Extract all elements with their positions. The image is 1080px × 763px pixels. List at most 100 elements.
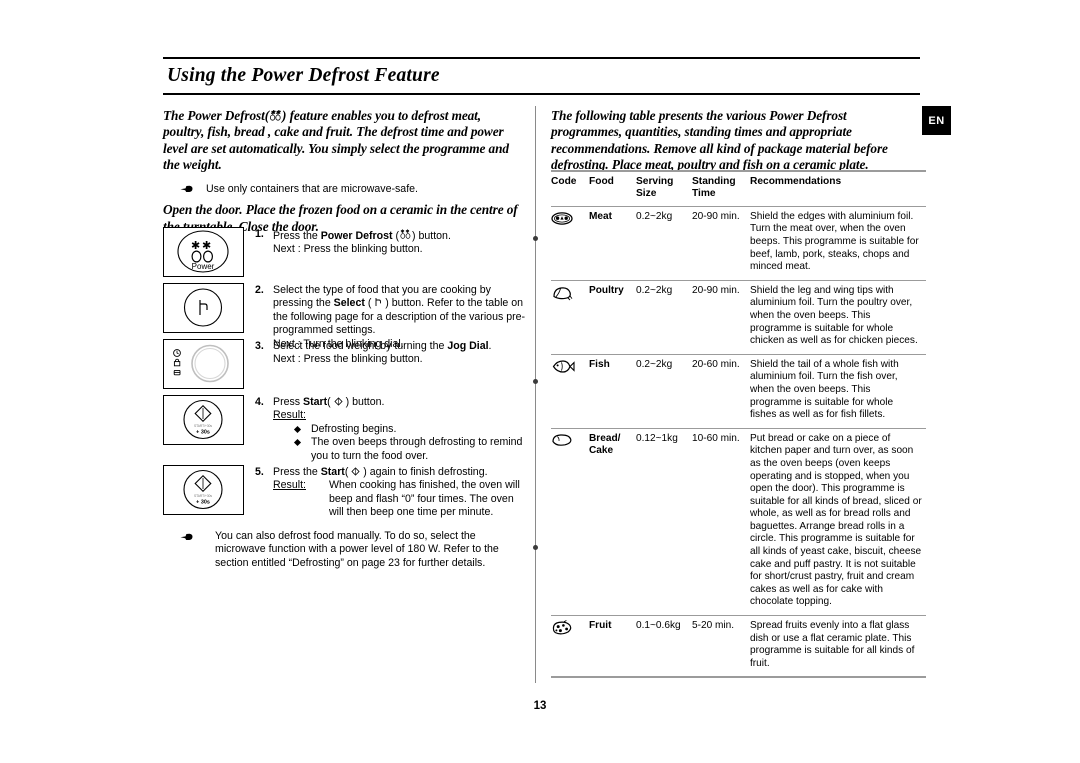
- cell-serving-size: 0.2~2kg: [636, 206, 692, 281]
- intro-paragraph: The Power Defrost(✱ ✱) feature enables yo…: [163, 108, 518, 174]
- column-divider: [535, 106, 536, 683]
- svg-text:✱: ✱: [191, 240, 200, 252]
- steps-list: ✱ ✱ Power 1. Press the Power Defrost (✱ ✱…: [163, 227, 525, 535]
- divider-dot: [533, 379, 538, 384]
- svg-text:START/+30s: START/+30s: [194, 494, 212, 498]
- step-1-bold: Power Defrost: [320, 230, 393, 242]
- step-5-line1-pre: Press the: [273, 466, 321, 478]
- step-5-text: Press the Start( ) again to finish defro…: [273, 466, 531, 520]
- step-4-results: Defrosting begins. The oven beeps throug…: [273, 423, 531, 463]
- step-5-number: 5.: [255, 466, 264, 478]
- poultry-icon: [551, 285, 585, 301]
- divider-dot: [533, 545, 538, 550]
- column-header-serving-size: Serving Size: [636, 169, 692, 207]
- column-header-recommendations: Recommendations: [750, 169, 926, 207]
- manual-defrost-note: You can also defrost food manually. To d…: [163, 530, 523, 570]
- title-rule-bottom: [163, 93, 920, 95]
- step-4-number: 4.: [255, 396, 264, 408]
- result-item: Defrosting begins.: [273, 423, 531, 436]
- cell-food: Meat: [589, 206, 636, 281]
- cell-serving-size: 0.1~0.6kg: [636, 615, 692, 679]
- cell-standing-time: 5-20 min.: [692, 615, 750, 679]
- microwave-safe-note: Use only containers that are microwave-s…: [163, 183, 518, 197]
- cell-food: Fish: [589, 354, 636, 429]
- column-header-standing-time: Standing Time: [692, 169, 750, 207]
- step-3: 3. Select the food weight by turning the…: [163, 339, 523, 395]
- start-button-illustration: START/+30s + 30s: [163, 465, 244, 515]
- step-2: 2. Select the type of food that you are …: [163, 283, 525, 350]
- step-4-line1-pre: Press: [273, 396, 304, 408]
- page-title: Using the Power Defrost Feature: [167, 65, 440, 86]
- jog-dial-illustration: [163, 339, 244, 389]
- cell-food: Poultry: [589, 280, 636, 355]
- result-item-text: The oven beeps through defrosting to rem…: [311, 436, 523, 462]
- column-header-food: Food: [589, 169, 636, 207]
- result-item-text: Defrosting begins.: [311, 422, 397, 435]
- step-3-number: 3.: [255, 340, 264, 352]
- power-defrost-icon: ✱ ✱: [269, 109, 282, 121]
- language-badge: EN: [922, 106, 951, 135]
- power-defrost-icon: ✱ ✱: [399, 228, 412, 240]
- pointing-hand-icon: [180, 533, 193, 541]
- page-number: 13: [533, 700, 547, 712]
- microwave-safe-note-text: Use only containers that are microwave-s…: [206, 182, 418, 195]
- result-item: The oven beeps through defrosting to rem…: [273, 436, 531, 463]
- step-4: START/+30s + 30s 4. Press Start( ) butto…: [163, 395, 523, 465]
- svg-text:START/+30s: START/+30s: [194, 424, 212, 428]
- step-4-bold: Start: [303, 396, 328, 408]
- cell-code: [551, 354, 589, 429]
- select-icon: [374, 297, 382, 307]
- svg-text:✱: ✱: [202, 240, 211, 252]
- table-row: Bread/ Cake 0.12~1kg 10-60 min. Put brea…: [551, 428, 926, 617]
- table-row: Fish 0.2~2kg 20-60 min. Shield the tail …: [551, 354, 926, 429]
- step-2-bold: Select: [333, 297, 365, 310]
- diamond-bullet-icon: [293, 439, 302, 447]
- step-3-line2: Next : Press the blinking button.: [273, 353, 423, 366]
- table-row: Fruit 0.1~0.6kg 5-20 min. Spread fruits …: [551, 615, 926, 679]
- table-header-row: Code Food Serving Size Standing Time Recom…: [551, 169, 926, 207]
- cell-code: [551, 615, 589, 679]
- column-header-code: Code: [551, 169, 589, 207]
- cell-serving-size: 0.12~1kg: [636, 428, 692, 617]
- step-5: START/+30s + 30s 5. Press the Start( ) a…: [163, 465, 523, 535]
- cell-recommendations: Spread fruits evenly into a flat glass d…: [750, 615, 926, 679]
- cell-standing-time: 20-60 min.: [692, 354, 750, 429]
- step-2-number: 2.: [255, 284, 264, 296]
- cell-standing-time: 20-90 min.: [692, 280, 750, 355]
- cell-recommendations: Shield the edges with aluminium foil. Tu…: [750, 206, 926, 281]
- step-1-line2: Next : Press the blinking button.: [273, 243, 423, 256]
- table-body: Meat 0.2~2kg 20-90 min. Shield the edges…: [551, 206, 926, 679]
- manual-defrost-note-text: You can also defrost food manually. To d…: [215, 530, 499, 569]
- table-row: Meat 0.2~2kg 20-90 min. Shield the edges…: [551, 206, 926, 281]
- start-plus30s-label: + 30s: [196, 500, 210, 506]
- start-button-illustration: START/+30s + 30s: [163, 395, 244, 445]
- cell-food: Bread/ Cake: [589, 428, 636, 617]
- cell-code: [551, 280, 589, 355]
- step-1: ✱ ✱ Power 1. Press the Power Defrost (✱ ✱…: [163, 227, 523, 283]
- step-3-text: Select the food weight by turning the Jo…: [273, 340, 531, 367]
- step-1-line1-pre: Press the: [273, 230, 321, 242]
- table-head: Code Food Serving Size Standing Time Recom…: [551, 169, 926, 207]
- right-column: The following table presents the various…: [551, 108, 919, 174]
- step-3-line1-pre: Select the food weight by turning the: [273, 340, 448, 352]
- start-icon: [334, 397, 343, 406]
- step-5-result-text: When cooking has finished, the oven will…: [329, 479, 520, 519]
- step-4-text: Press Start( ) button. Result: Defrostin…: [273, 396, 531, 463]
- diamond-bullet-icon: [293, 425, 302, 433]
- cell-serving-size: 0.2~2kg: [636, 354, 692, 429]
- left-column: The Power Defrost(✱ ✱) feature enables yo…: [163, 108, 518, 235]
- cell-recommendations: Put bread or cake on a piece of kitchen …: [750, 428, 926, 617]
- step-5-result-label: Result:: [273, 479, 306, 492]
- cell-code: [551, 206, 589, 281]
- cell-food: Fruit: [589, 615, 636, 679]
- meat-icon: [551, 211, 585, 226]
- cell-recommendations: Shield the tail of a whole fish with alu…: [750, 354, 926, 429]
- power-defrost-button-illustration: ✱ ✱ Power: [163, 227, 244, 277]
- step-3-bold: Jog Dial: [447, 340, 489, 352]
- page-title-block: Using the Power Defrost Feature: [163, 57, 920, 95]
- fish-icon: [551, 359, 585, 374]
- bread-cake-icon: [551, 433, 585, 447]
- step-3-line1-post: .: [488, 340, 492, 352]
- start-plus30s-label: + 30s: [196, 430, 210, 436]
- cell-standing-time: 10-60 min.: [692, 428, 750, 617]
